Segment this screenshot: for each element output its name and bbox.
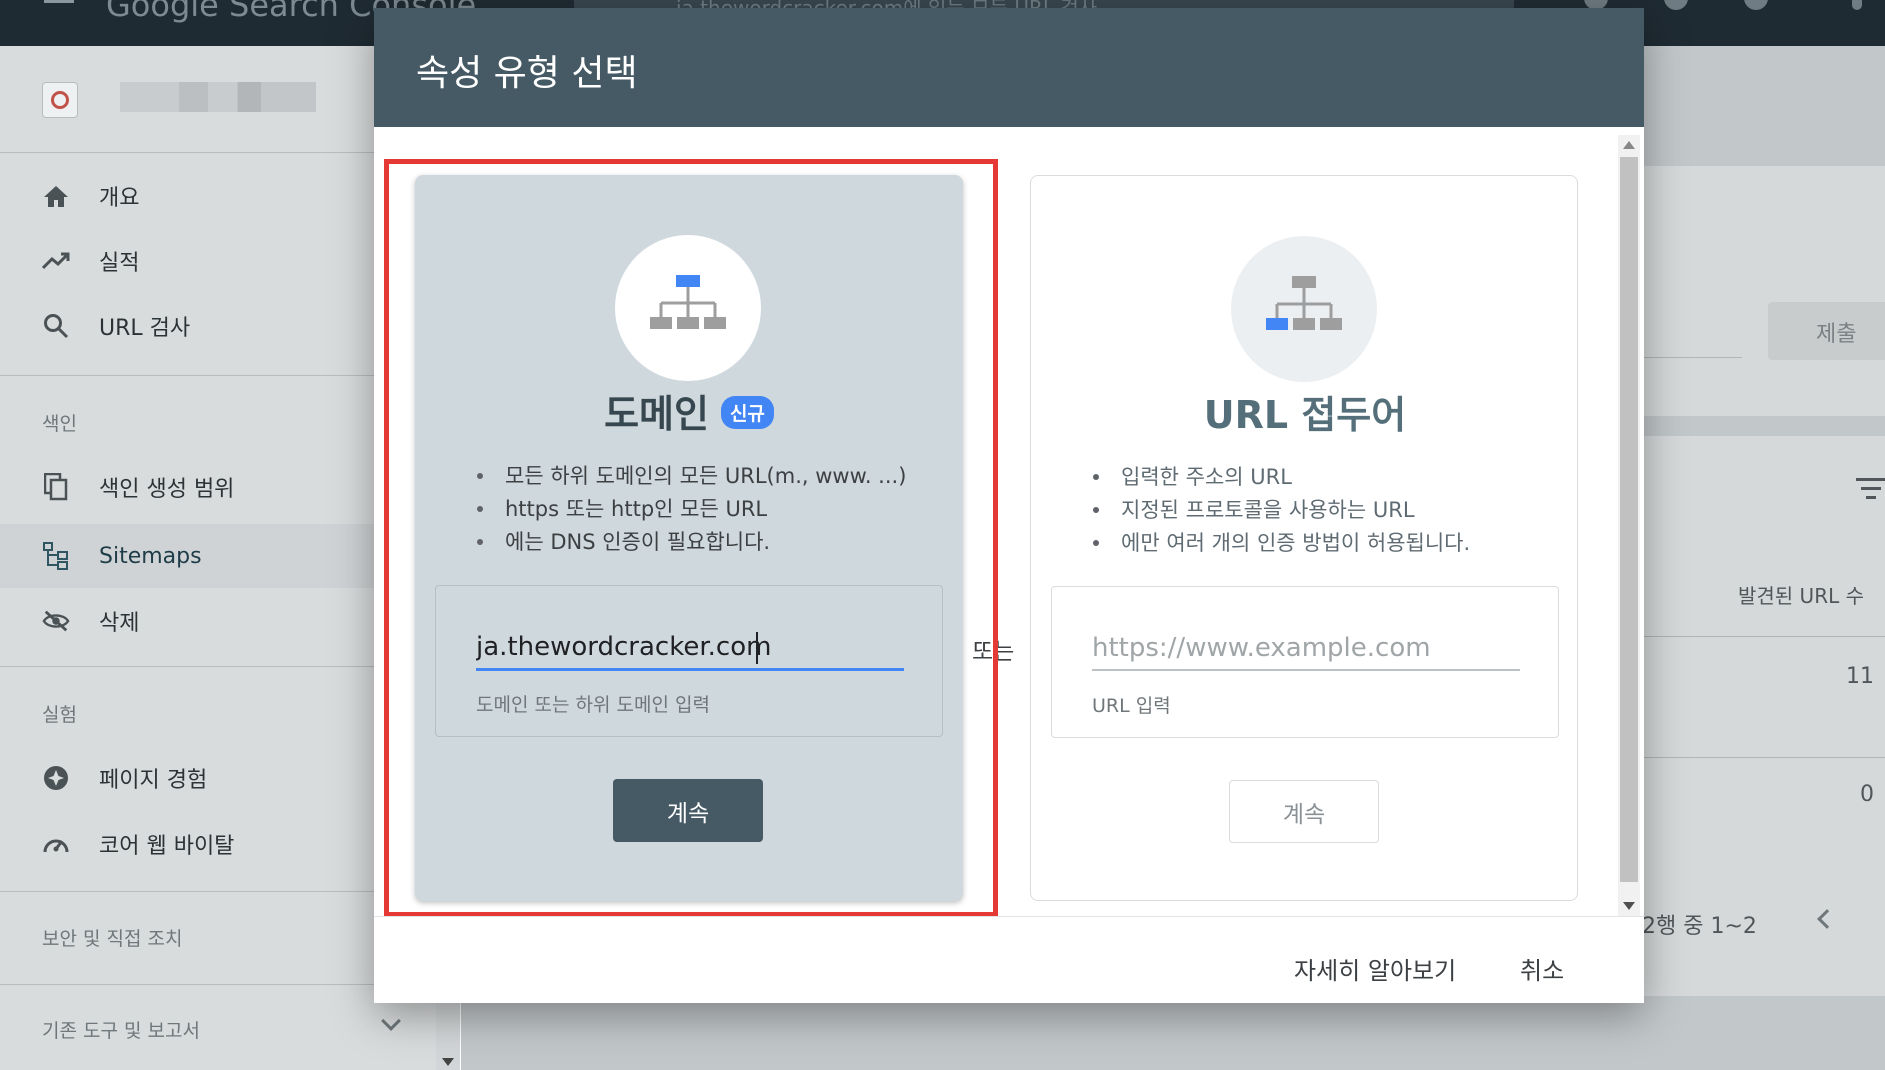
table-row-divider (1642, 636, 1885, 637)
table-cell-count: 0 (1860, 782, 1874, 807)
scroll-down-arrow-icon[interactable] (442, 1058, 454, 1066)
domain-input-container: 도메인 또는 하위 도메인 입력 (435, 585, 943, 737)
apps-icon[interactable] (1852, 0, 1862, 10)
dialog-scrollbar[interactable] (1618, 135, 1640, 916)
table-cell-count: 11 (1846, 664, 1874, 689)
dialog-header: 속성 유형 선택 (374, 8, 1644, 127)
nav-section-experience: 실험 (42, 704, 77, 726)
column-header-discovered-urls: 발견된 URL 수 (1738, 584, 1864, 608)
nav-divider (0, 666, 376, 667)
nav-section-index: 색인 (42, 413, 77, 435)
url-prefix-continue-button[interactable]: 계속 (1229, 780, 1379, 843)
domain-icon-circle (615, 235, 761, 381)
list-item: 지정된 프로토콜을 사용하는 URL (1091, 494, 1470, 527)
url-prefix-title: URL 접두어 (1203, 393, 1407, 437)
list-item: 에만 여러 개의 인증 방법이 허용됩니다. (1091, 527, 1470, 560)
select-property-type-dialog: 속성 유형 선택 도메인 신규 모든 하위 도메인의 모든 URL(m., ww… (374, 8, 1644, 1003)
sitemap-icon (42, 542, 70, 570)
search-icon (42, 312, 70, 340)
nav-performance[interactable]: 실적 (0, 231, 376, 291)
scroll-down-arrow-icon[interactable] (1623, 902, 1635, 910)
url-prefix-icon-circle (1231, 236, 1377, 382)
speed-gauge-icon (42, 830, 70, 858)
pagination-label: 2행 중 1~2 (1642, 914, 1757, 939)
nav-page-experience[interactable]: 페이지 경험 (0, 748, 376, 808)
property-name-blurred (120, 82, 316, 112)
nav-section-legacy[interactable]: 기존 도구 및 보고서 (42, 1016, 200, 1043)
domain-option-card[interactable]: 도메인 신규 모든 하위 도메인의 모든 URL(m., www. ...) ht… (415, 175, 963, 901)
cancel-button[interactable]: 취소 (1520, 951, 1564, 986)
settings-icon[interactable] (1664, 0, 1688, 10)
nav-core-web-vitals[interactable]: 코어 웹 바이탈 (0, 814, 376, 874)
list-item: 입력한 주소의 URL (1091, 461, 1470, 494)
url-prefix-feature-list: 입력한 주소의 URL 지정된 프로토콜을 사용하는 URL 에만 여러 개의 … (1091, 461, 1470, 560)
nav-coverage[interactable]: 색인 생성 범위 (0, 457, 376, 517)
nav-divider (0, 984, 376, 985)
notifications-icon[interactable] (1744, 0, 1768, 10)
url-prefix-input-underline (1092, 669, 1520, 671)
page-experience-icon (42, 764, 70, 792)
dialog-title: 속성 유형 선택 (416, 53, 638, 94)
domain-title: 도메인 신규 (415, 383, 963, 438)
menu-icon[interactable] (44, 0, 74, 6)
nav-removals[interactable]: 삭제 (0, 591, 376, 651)
filter-icon[interactable] (1856, 478, 1885, 505)
chevron-down-icon[interactable] (381, 1011, 401, 1031)
scrollbar-thumb[interactable] (1620, 157, 1638, 882)
url-prefix-option-card[interactable]: URL 접두어 입력한 주소의 URL 지정된 프로토콜을 사용하는 URL 에… (1030, 175, 1578, 901)
sitemap-tree-icon (650, 275, 726, 329)
url-prefix-input-helper: URL 입력 (1092, 695, 1171, 717)
dialog-body: 도메인 신규 모든 하위 도메인의 모든 URL(m., www. ...) ht… (374, 127, 1644, 924)
nav-section-security[interactable]: 보안 및 직접 조치 (42, 924, 182, 951)
home-icon (42, 182, 70, 210)
list-item: 에는 DNS 인증이 필요합니다. (475, 526, 906, 559)
list-item: 모든 하위 도메인의 모든 URL(m., www. ...) (475, 460, 906, 493)
new-badge: 신규 (720, 396, 774, 429)
submit-button[interactable]: 제출 (1768, 302, 1885, 360)
visibility-off-icon (42, 607, 70, 635)
submit-sitemap-card (1641, 166, 1885, 416)
trending-up-icon (42, 247, 70, 275)
nav-divider (0, 891, 376, 892)
file-copy-icon (42, 473, 70, 501)
nav-url-inspection[interactable]: URL 검사 (0, 296, 376, 356)
domain-input-helper: 도메인 또는 하위 도메인 입력 (476, 694, 710, 716)
sitemap-tree-icon (1266, 276, 1342, 330)
list-item: https 또는 http인 모든 URL (475, 493, 906, 526)
text-cursor (756, 632, 758, 664)
domain-input[interactable] (476, 624, 904, 670)
dialog-footer: 자세히 알아보기 취소 (374, 916, 1644, 1003)
domain-feature-list: 모든 하위 도메인의 모든 URL(m., www. ...) https 또는… (475, 460, 906, 559)
scroll-up-arrow-icon[interactable] (1623, 141, 1635, 149)
property-favicon (42, 82, 78, 118)
nav-divider (0, 375, 376, 376)
or-separator: 또는 (972, 639, 1015, 665)
nav-sitemaps[interactable]: Sitemaps (0, 524, 376, 588)
domain-input-underline (476, 668, 904, 671)
nav-overview[interactable]: 개요 (0, 166, 376, 226)
domain-continue-button[interactable]: 계속 (613, 779, 763, 842)
url-prefix-input[interactable] (1092, 625, 1520, 671)
table-row-divider (1642, 757, 1885, 758)
learn-more-button[interactable]: 자세히 알아보기 (1294, 951, 1456, 986)
url-prefix-input-container: URL 입력 (1051, 586, 1559, 738)
